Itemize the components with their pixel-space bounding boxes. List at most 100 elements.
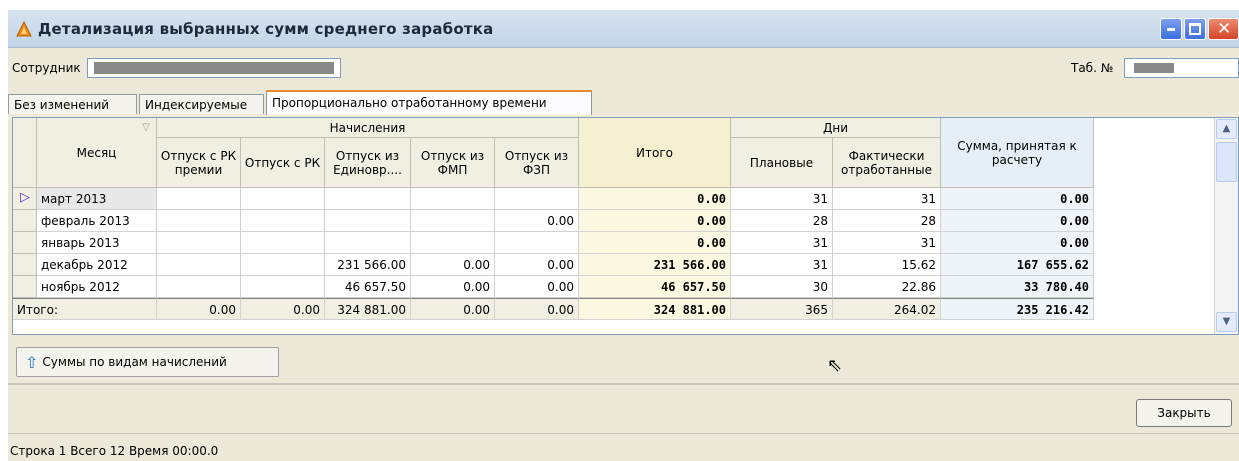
row-indicator[interactable]: ▷ bbox=[13, 188, 37, 210]
cell-month[interactable]: Итого: bbox=[13, 298, 157, 320]
cell-c3[interactable]: 46 657.50 bbox=[325, 276, 411, 298]
current-row-arrow-icon: ▷ bbox=[20, 190, 30, 205]
title-bar[interactable]: Детализация выбранных сумм среднего зара… bbox=[8, 10, 1239, 48]
cell-c3[interactable] bbox=[325, 232, 411, 254]
close-button[interactable]: Закрыть bbox=[1136, 399, 1232, 427]
cell-c1[interactable] bbox=[157, 188, 241, 210]
cell-fact[interactable]: 22.86 bbox=[833, 276, 941, 298]
cell-sum[interactable]: 0.00 bbox=[941, 210, 1094, 232]
row-indicator[interactable] bbox=[13, 254, 37, 276]
status-bar: Строка 1 Всего 12 Время 00:00.0 bbox=[8, 433, 1239, 461]
header-month[interactable]: Месяц ▽ bbox=[37, 118, 157, 188]
cell-c3[interactable] bbox=[325, 188, 411, 210]
cell-plan[interactable]: 30 bbox=[731, 276, 833, 298]
header-actual[interactable]: Фактически отработанные bbox=[833, 138, 941, 188]
scroll-down-icon[interactable]: ▼ bbox=[1216, 312, 1237, 332]
cell-c4[interactable] bbox=[411, 188, 495, 210]
app-logo-icon bbox=[16, 21, 32, 37]
dialog-window: Детализация выбранных сумм среднего зара… bbox=[8, 10, 1239, 461]
cell-c5[interactable] bbox=[495, 232, 579, 254]
cell-c1[interactable] bbox=[157, 254, 241, 276]
cell-c4[interactable]: 0.00 bbox=[411, 254, 495, 276]
cell-fact[interactable]: 264.02 bbox=[833, 298, 941, 320]
cell-month[interactable]: март 2013 bbox=[37, 188, 157, 210]
data-grid[interactable]: Месяц ▽ Начисления Отпуск с РК премии От… bbox=[12, 117, 1239, 335]
grid-toolbar: ⇧ Суммы по видам начислений ⇖ bbox=[12, 345, 1239, 381]
cell-sum[interactable]: 0.00 bbox=[941, 188, 1094, 210]
cell-plan[interactable]: 365 bbox=[731, 298, 833, 320]
cell-c5[interactable]: 0.00 bbox=[495, 276, 579, 298]
cell-c1[interactable]: 0.00 bbox=[157, 298, 241, 320]
divider bbox=[8, 383, 1239, 385]
cell-c2[interactable] bbox=[241, 254, 325, 276]
header-sum-accepted[interactable]: Сумма, принятая к расчету bbox=[941, 118, 1094, 188]
vertical-scrollbar[interactable]: ▲ ▼ bbox=[1214, 118, 1238, 334]
cell-fact[interactable]: 31 bbox=[833, 232, 941, 254]
close-window-button[interactable]: ✕ bbox=[1208, 18, 1239, 40]
cell-itogo[interactable]: 231 566.00 bbox=[579, 254, 731, 276]
cell-c5[interactable] bbox=[495, 188, 579, 210]
cell-c3[interactable]: 324 881.00 bbox=[325, 298, 411, 320]
header-planned[interactable]: Плановые bbox=[731, 138, 833, 188]
cell-c4[interactable] bbox=[411, 210, 495, 232]
cell-fact[interactable]: 15.62 bbox=[833, 254, 941, 276]
minimize-button[interactable] bbox=[1160, 18, 1182, 40]
tab-proportional[interactable]: Пропорционально отработанному времени bbox=[266, 90, 592, 115]
cell-c2[interactable] bbox=[241, 232, 325, 254]
header-otp-fzp[interactable]: Отпуск из ФЗП bbox=[495, 138, 579, 188]
tab-no-changes[interactable]: Без изменений bbox=[8, 94, 137, 114]
cell-c4[interactable] bbox=[411, 232, 495, 254]
cell-c1[interactable] bbox=[157, 210, 241, 232]
cell-c2[interactable] bbox=[241, 188, 325, 210]
cell-c5[interactable]: 0.00 bbox=[495, 254, 579, 276]
cell-month[interactable]: ноябрь 2012 bbox=[37, 276, 157, 298]
cell-fact[interactable]: 31 bbox=[833, 188, 941, 210]
cell-itogo[interactable]: 324 881.00 bbox=[579, 298, 731, 320]
cell-sum[interactable]: 0.00 bbox=[941, 232, 1094, 254]
header-itogo[interactable]: Итого bbox=[579, 118, 731, 188]
cell-itogo[interactable]: 0.00 bbox=[579, 232, 731, 254]
maximize-button[interactable] bbox=[1184, 18, 1206, 40]
sums-by-type-button[interactable]: ⇧ Суммы по видам начислений bbox=[16, 347, 279, 377]
tab-indexed[interactable]: Индексируемые bbox=[139, 94, 264, 114]
cell-plan[interactable]: 31 bbox=[731, 188, 833, 210]
scroll-up-icon[interactable]: ▲ bbox=[1216, 119, 1237, 139]
cell-sum[interactable]: 235 216.42 bbox=[941, 298, 1094, 320]
cell-c3[interactable] bbox=[325, 210, 411, 232]
employee-field[interactable] bbox=[87, 58, 341, 78]
header-otp-rk[interactable]: Отпуск с РК bbox=[241, 138, 325, 188]
cell-c4[interactable]: 0.00 bbox=[411, 276, 495, 298]
cell-c2[interactable]: 0.00 bbox=[241, 298, 325, 320]
tab-number-field[interactable] bbox=[1124, 58, 1239, 78]
row-indicator[interactable] bbox=[13, 276, 37, 298]
cell-c3[interactable]: 231 566.00 bbox=[325, 254, 411, 276]
cell-c5[interactable]: 0.00 bbox=[495, 210, 579, 232]
cell-month[interactable]: февраль 2013 bbox=[37, 210, 157, 232]
cell-month[interactable]: декабрь 2012 bbox=[37, 254, 157, 276]
redacted-block bbox=[1134, 63, 1174, 73]
cell-itogo[interactable]: 0.00 bbox=[579, 210, 731, 232]
cell-plan[interactable]: 31 bbox=[731, 232, 833, 254]
cell-itogo[interactable]: 46 657.50 bbox=[579, 276, 731, 298]
cell-c1[interactable] bbox=[157, 232, 241, 254]
cell-month[interactable]: январь 2013 bbox=[37, 232, 157, 254]
scroll-thumb[interactable] bbox=[1216, 142, 1237, 182]
cell-plan[interactable]: 28 bbox=[731, 210, 833, 232]
cell-c2[interactable] bbox=[241, 210, 325, 232]
cell-itogo[interactable]: 0.00 bbox=[579, 188, 731, 210]
row-indicator[interactable] bbox=[13, 210, 37, 232]
cell-c4[interactable]: 0.00 bbox=[411, 298, 495, 320]
cell-sum[interactable]: 167 655.62 bbox=[941, 254, 1094, 276]
header-otp-rk-prem[interactable]: Отпуск с РК премии bbox=[157, 138, 241, 188]
cell-plan[interactable]: 31 bbox=[731, 254, 833, 276]
header-otp-edin[interactable]: Отпуск из Единовр.... bbox=[325, 138, 411, 188]
header-days-group: Дни bbox=[731, 118, 941, 138]
cell-c1[interactable] bbox=[157, 276, 241, 298]
header-otp-fmp[interactable]: Отпуск из ФМП bbox=[411, 138, 495, 188]
cell-c5[interactable]: 0.00 bbox=[495, 298, 579, 320]
row-indicator[interactable] bbox=[13, 232, 37, 254]
cell-fact[interactable]: 28 bbox=[833, 210, 941, 232]
cell-sum[interactable]: 33 780.40 bbox=[941, 276, 1094, 298]
close-icon: ✕ bbox=[1217, 19, 1232, 39]
cell-c2[interactable] bbox=[241, 276, 325, 298]
